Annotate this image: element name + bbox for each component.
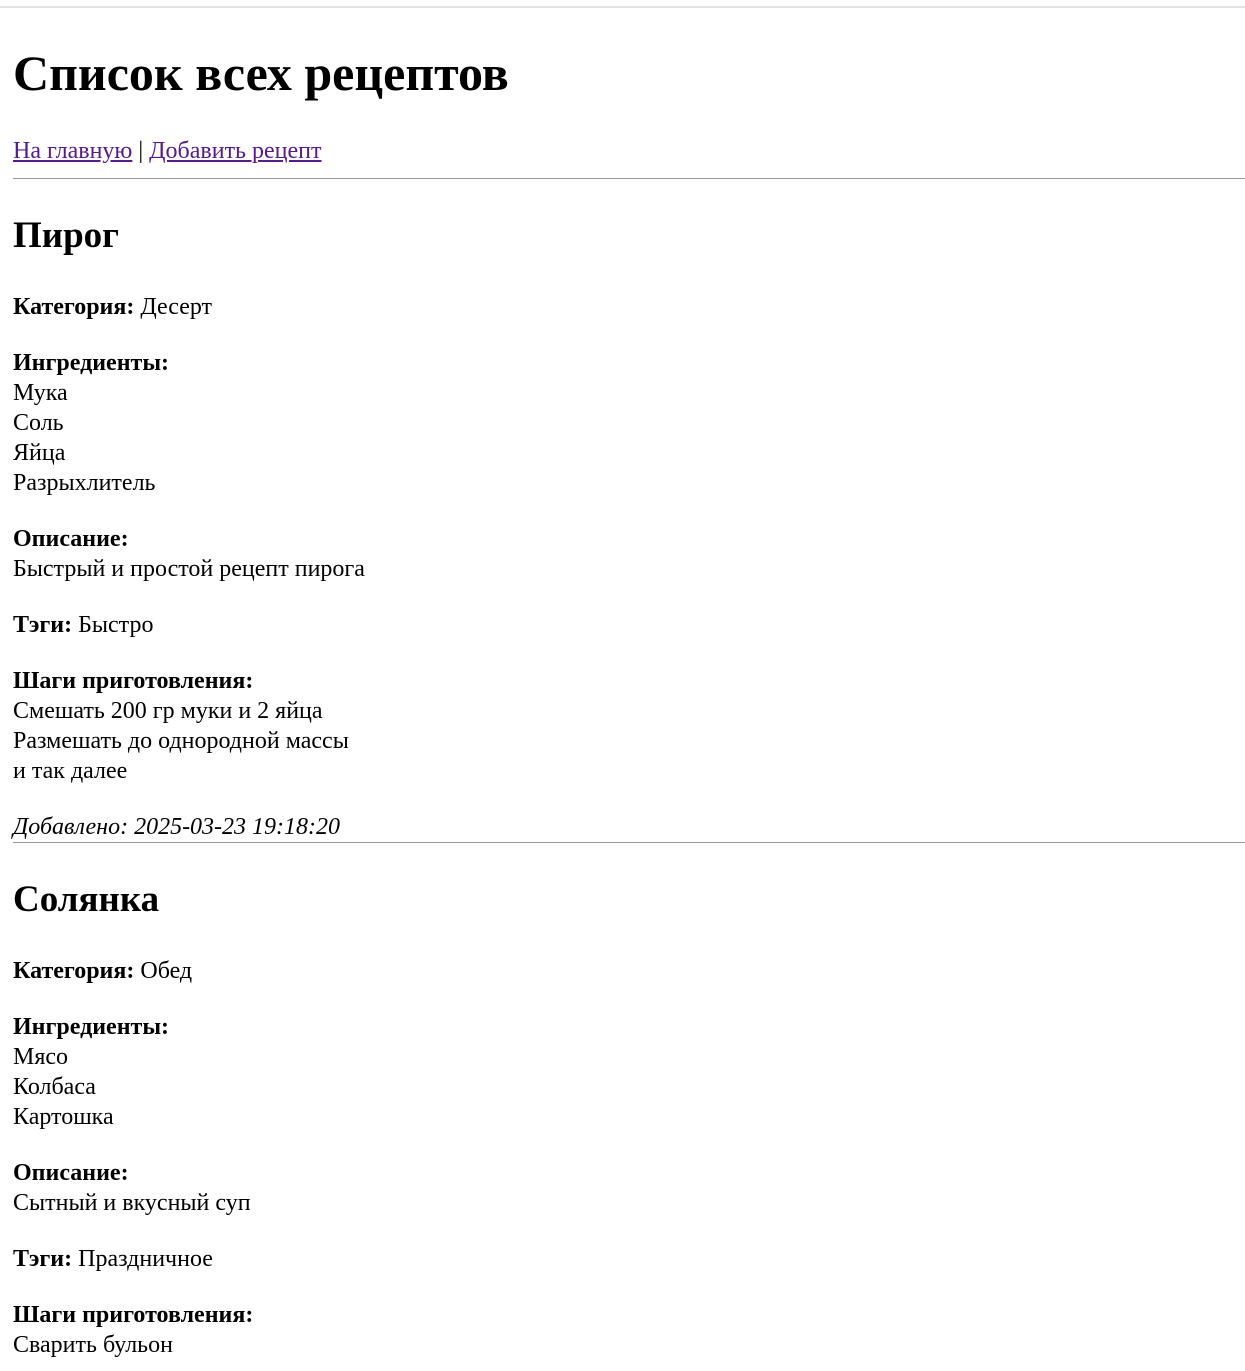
recipe-ingredients: Ингредиенты: Мука Соль Яйца Разрыхлитель <box>13 348 1245 498</box>
recipe-title: Пирог <box>13 215 119 256</box>
recipe-tags: Тэги: Праздничное <box>13 1244 1245 1274</box>
ingredient-item: Мука <box>13 380 68 406</box>
category-label: Категория: <box>13 958 135 984</box>
description-label: Описание: <box>13 526 129 552</box>
tags-label: Тэги: <box>13 612 73 638</box>
divider <box>13 178 1245 179</box>
ingredient-item: Соль <box>13 410 64 436</box>
recipe-added: Добавлено: 2025-03-23 19:18:20 <box>13 812 1245 842</box>
step-item: Смешать 200 гр муки и 2 яйца <box>13 698 323 724</box>
page-title: Список всех рецептов <box>13 45 509 101</box>
added-timestamp: 2025-03-23 19:18:20 <box>134 814 341 840</box>
tags-value: Быстро <box>78 612 154 638</box>
recipe-description: Описание: Сытный и вкусный суп <box>13 1158 1245 1218</box>
ingredient-item: Мясо <box>13 1044 69 1070</box>
added-label: Добавлено: <box>13 814 129 840</box>
ingredient-item: Колбаса <box>13 1074 96 1100</box>
recipe-category: Категория: Обед <box>13 956 1245 986</box>
recipe-steps: Шаги приготовления: Смешать 200 гр муки … <box>13 666 1245 786</box>
category-label: Категория: <box>13 294 135 320</box>
description-label: Описание: <box>13 1160 129 1186</box>
ingredients-label: Ингредиенты: <box>13 1014 170 1040</box>
nav-links: На главную | Добавить рецепт <box>13 136 321 166</box>
nav-separator: | <box>138 138 144 164</box>
steps-label: Шаги приготовления: <box>13 1302 254 1328</box>
top-divider <box>0 6 1245 8</box>
ingredient-item: Картошка <box>13 1104 114 1130</box>
recipe-tags: Тэги: Быстро <box>13 610 1245 640</box>
recipe-card: Солянка Категория: Обед Ингредиенты: Мяс… <box>13 878 1245 1360</box>
home-link[interactable]: На главную <box>13 138 132 164</box>
add-recipe-link[interactable]: Добавить рецепт <box>149 138 321 164</box>
divider <box>13 842 1245 843</box>
recipe-card: Пирог Категория: Десерт Ингредиенты: Мук… <box>13 214 1245 843</box>
recipe-category: Категория: Десерт <box>13 292 1245 322</box>
recipe-ingredients: Ингредиенты: Мясо Колбаса Картошка <box>13 1012 1245 1132</box>
step-item: Сварить бульон <box>13 1332 173 1358</box>
steps-label: Шаги приготовления: <box>13 668 254 694</box>
recipe-title: Солянка <box>13 879 160 920</box>
description-value: Сытный и вкусный суп <box>13 1190 251 1216</box>
recipe-description: Описание: Быстрый и простой рецепт пирог… <box>13 524 1245 584</box>
ingredient-item: Разрыхлитель <box>13 470 156 496</box>
ingredients-label: Ингредиенты: <box>13 350 170 376</box>
category-value: Обед <box>140 958 193 984</box>
tags-label: Тэги: <box>13 1246 73 1272</box>
description-value: Быстрый и простой рецепт пирога <box>13 556 365 582</box>
step-item: и так далее <box>13 758 128 784</box>
recipe-steps: Шаги приготовления: Сварить бульон <box>13 1300 1245 1360</box>
step-item: Размешать до однородной массы <box>13 728 349 754</box>
recipe-list: Пирог Категория: Десерт Ингредиенты: Мук… <box>13 178 1245 1360</box>
ingredient-item: Яйца <box>13 440 66 466</box>
tags-value: Праздничное <box>78 1246 213 1272</box>
category-value: Десерт <box>140 294 213 320</box>
